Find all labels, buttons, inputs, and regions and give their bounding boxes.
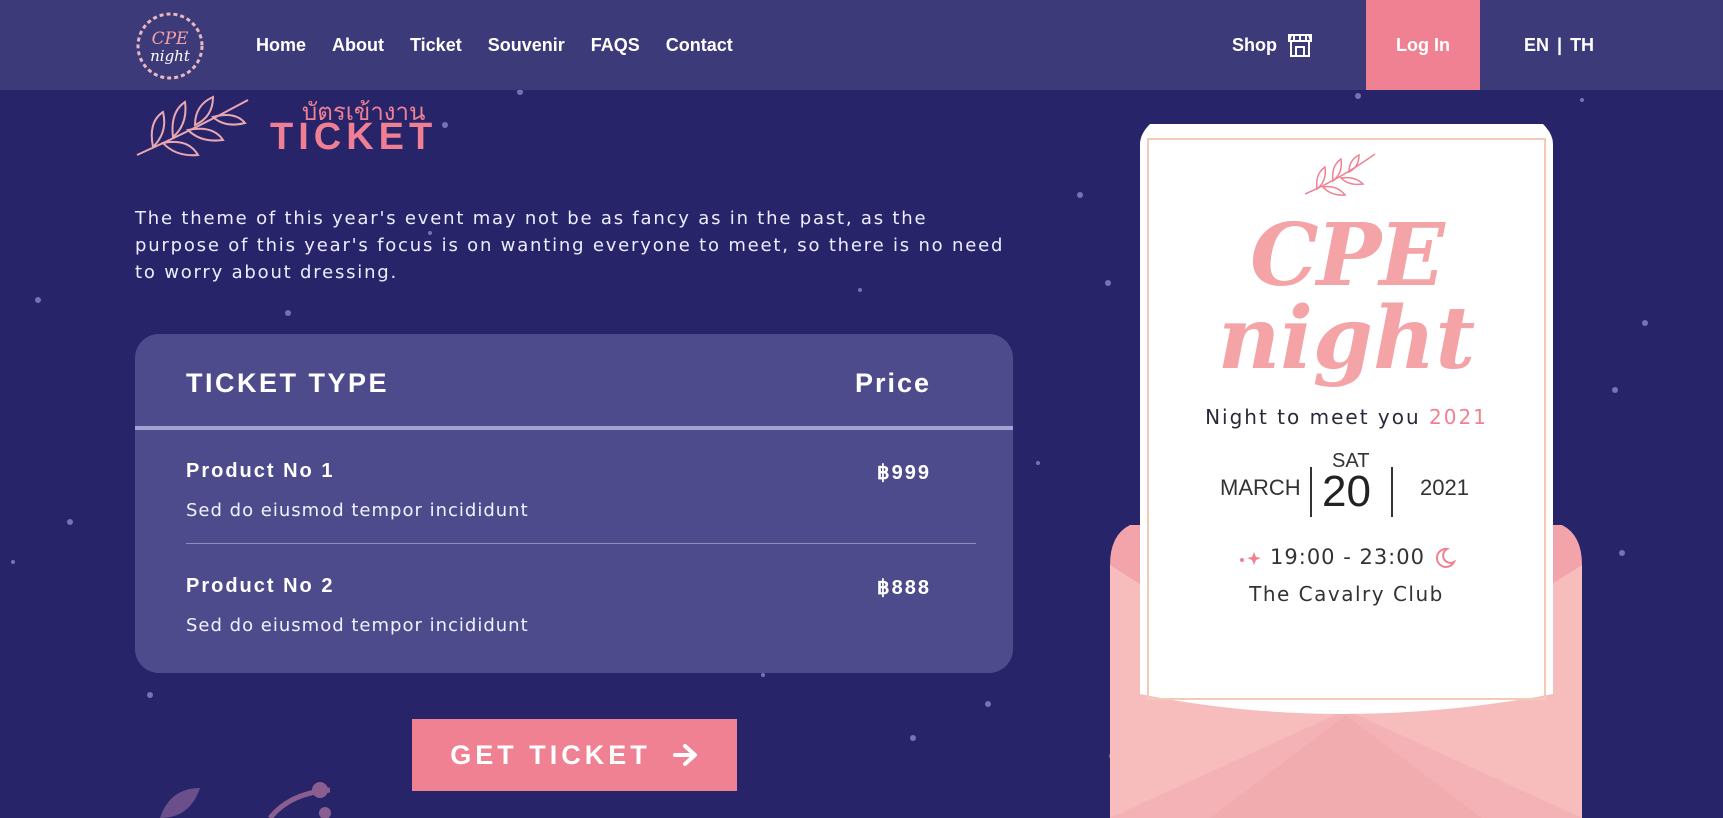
table-header: TICKET TYPE Price	[135, 334, 1013, 430]
store-icon	[1288, 34, 1312, 57]
svg-text:night: night	[150, 47, 191, 65]
ticket-time-text: 19:00 - 23:00	[1270, 545, 1425, 569]
product-price: ฿888	[876, 577, 931, 599]
ticket-month: MARCH	[1220, 475, 1301, 500]
ticket-price-table: TICKET TYPE Price Product No 1 ฿999 Sed …	[135, 334, 1013, 673]
ticket-time: 19:00 - 23:00	[1140, 545, 1553, 570]
tagline-year: 2021	[1429, 405, 1488, 429]
nav-ticket[interactable]: Ticket	[410, 35, 462, 56]
ticket-date: MARCH SAT 20 2021	[1140, 445, 1553, 517]
nav-souvenir[interactable]: Souvenir	[488, 35, 565, 56]
product-name: Product No 2	[186, 575, 335, 597]
col-header-price: Price	[854, 368, 931, 398]
table-row: Product No 2 ฿888 Sed do eiusmod tempor …	[186, 549, 976, 659]
flower-decoration	[160, 782, 331, 818]
get-ticket-button[interactable]: GET TICKET	[412, 719, 737, 791]
section-title: TICKET	[270, 116, 438, 158]
nav-contact[interactable]: Contact	[666, 35, 733, 56]
nav-faqs[interactable]: FAQS	[591, 35, 640, 56]
ticket-year: 2021	[1420, 475, 1469, 500]
brand-script-night: night	[1217, 288, 1476, 389]
get-ticket-label: GET TICKET	[450, 739, 651, 770]
leaf-branch-decoration	[136, 95, 249, 157]
shop-label: Shop	[1232, 34, 1277, 55]
date-divider	[1391, 467, 1393, 517]
nav-links: Home About Ticket Souvenir FAQS Contact	[256, 0, 733, 90]
lang-separator: |	[1557, 34, 1563, 55]
top-navbar: CPE night Home About Ticket Souvenir FAQ…	[0, 0, 1723, 90]
shop-link[interactable]: Shop	[1232, 0, 1313, 90]
sparkle-icon	[1240, 552, 1262, 565]
table-row: Product No 1 ฿999 Sed do eiusmod tempor …	[186, 434, 976, 544]
nav-about[interactable]: About	[332, 35, 384, 56]
login-button[interactable]: Log In	[1366, 0, 1480, 90]
product-name: Product No 1	[186, 460, 335, 482]
product-description: Sed do eiusmod tempor incididunt	[186, 615, 529, 636]
col-header-ticket-type: TICKET TYPE	[186, 368, 390, 398]
nav-home[interactable]: Home	[256, 35, 306, 56]
cpe-night-logo[interactable]: CPE night	[135, 11, 205, 81]
ticket-venue: The Cavalry Club	[1249, 582, 1444, 606]
moon-icon	[1435, 547, 1457, 568]
tagline-text: Night to meet you	[1205, 405, 1421, 429]
svg-text:CPE: CPE	[152, 29, 189, 49]
lang-en-option[interactable]: EN	[1524, 35, 1549, 56]
date-divider	[1310, 467, 1312, 517]
arrow-right-icon	[672, 744, 697, 766]
lang-th-option[interactable]: TH	[1570, 35, 1594, 56]
product-price: ฿999	[876, 462, 931, 484]
product-description: Sed do eiusmod tempor incididunt	[186, 500, 529, 521]
ticket-day: 20	[1322, 467, 1371, 516]
language-switcher: EN | TH	[1524, 0, 1594, 90]
ticket-tagline: Night to meet you 2021	[1140, 405, 1553, 429]
event-description: The theme of this year's event may not b…	[135, 208, 1005, 283]
